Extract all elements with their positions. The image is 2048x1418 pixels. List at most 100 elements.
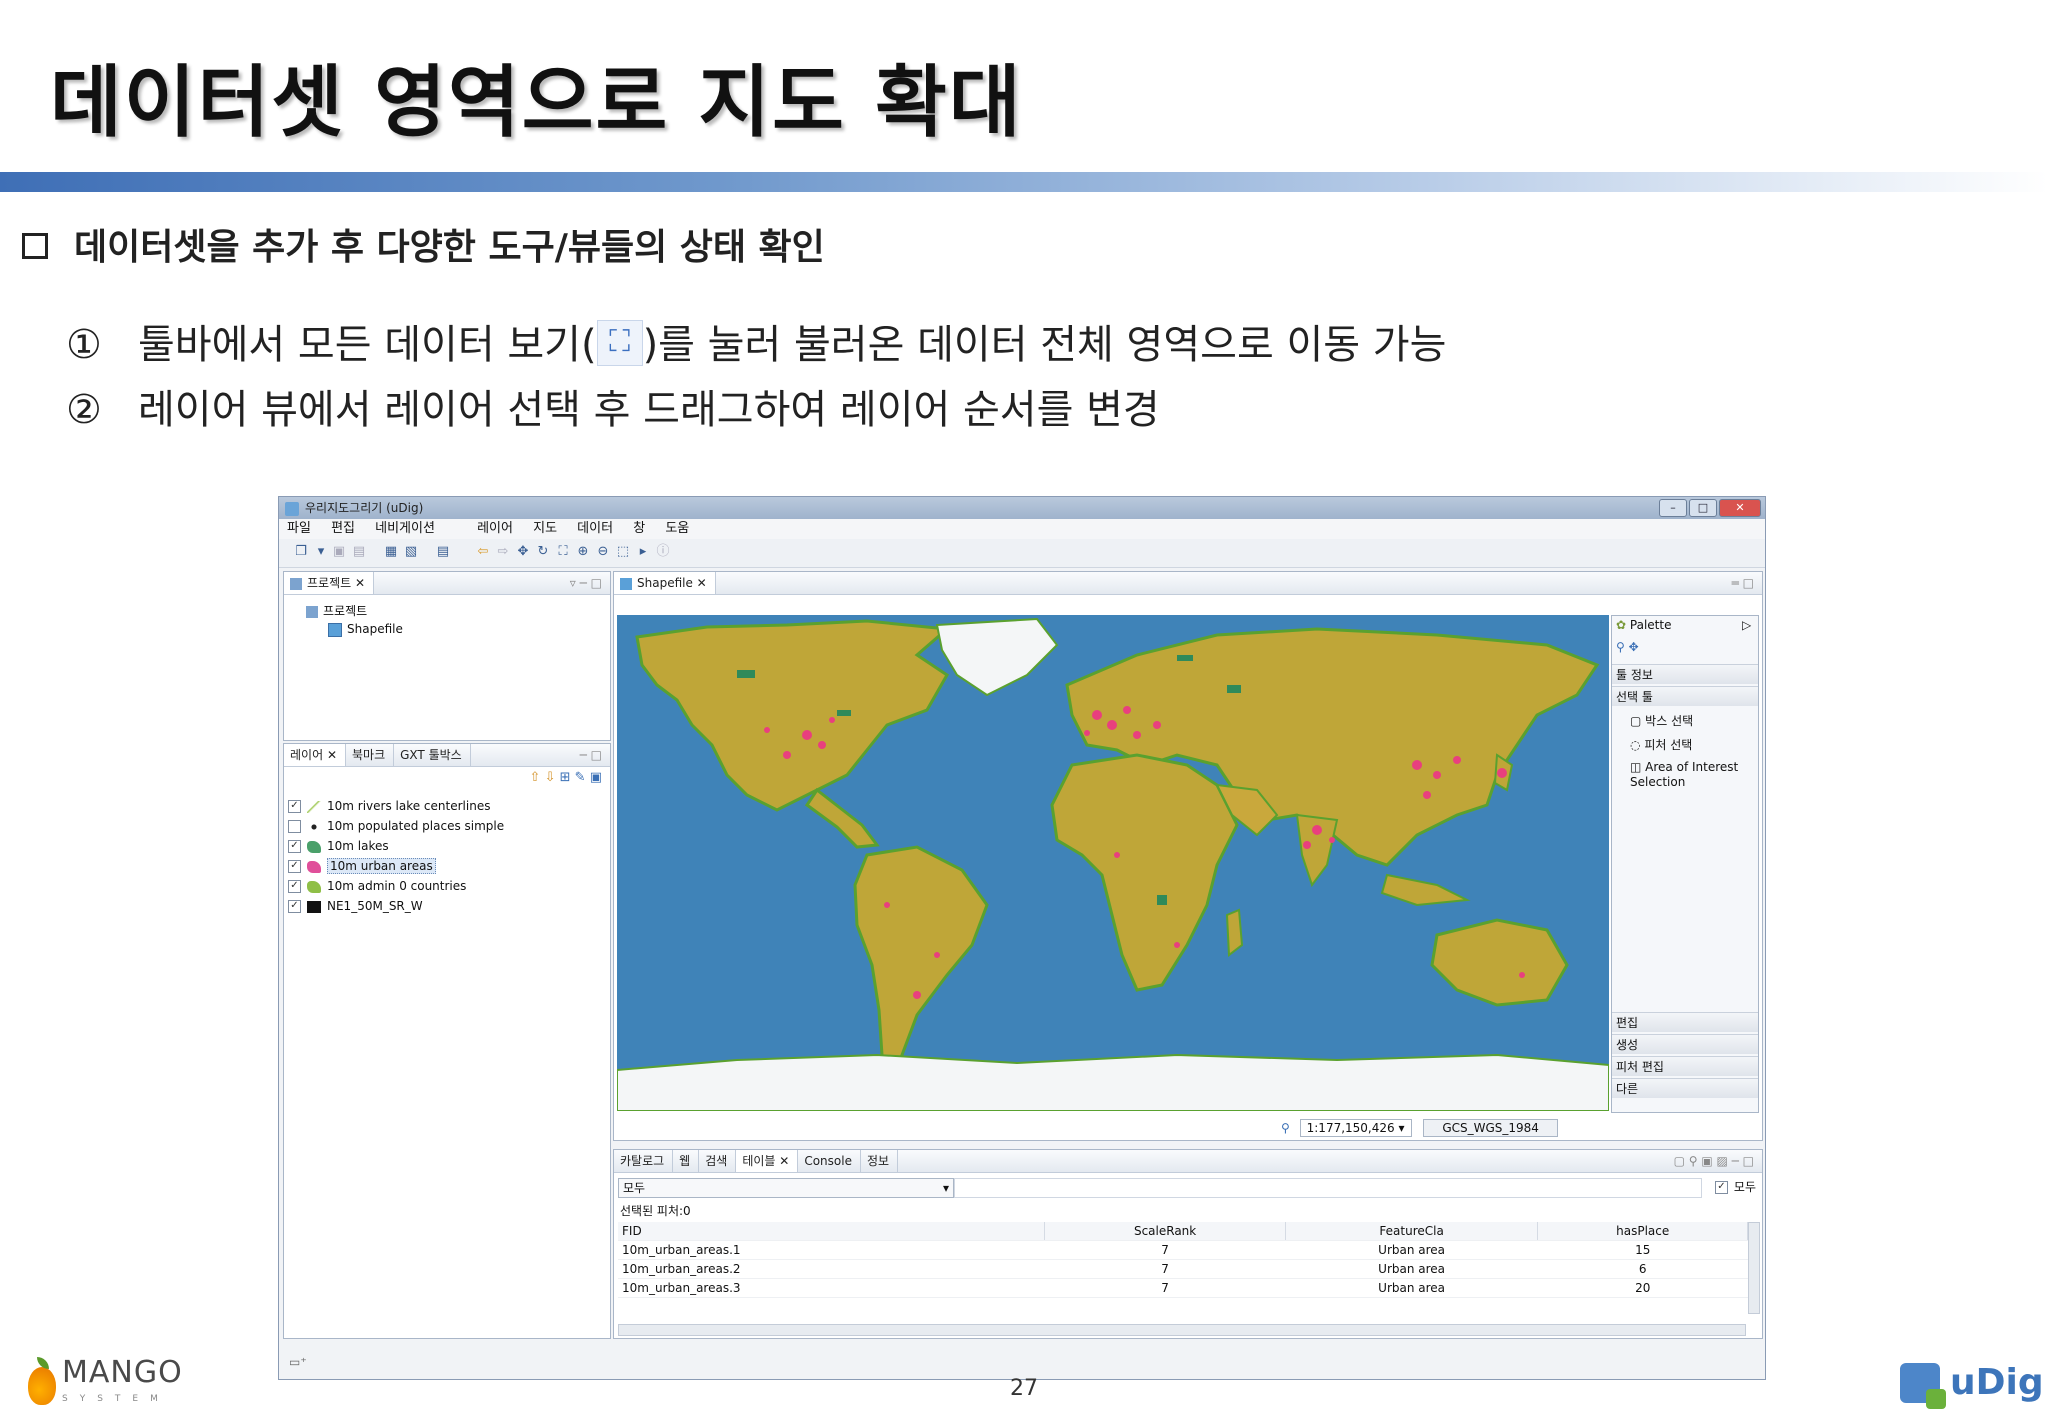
tab-table[interactable]: 테이블 ✕ xyxy=(736,1150,799,1172)
editor-minmax-icon[interactable]: ═ □ xyxy=(1732,572,1754,594)
save-all-icon[interactable]: ▤ xyxy=(351,544,367,560)
column-header[interactable]: ScaleRank xyxy=(1044,1222,1286,1241)
horizontal-scrollbar[interactable] xyxy=(618,1324,1746,1336)
mango-logo-subtext: SYSTEM xyxy=(62,1394,170,1404)
palette-section-select[interactable]: 선택 툴 xyxy=(1612,686,1758,706)
tab-info[interactable]: 정보 xyxy=(861,1150,899,1172)
map-canvas[interactable] xyxy=(617,615,1609,1111)
layer-row[interactable]: ✓ 10m rivers lake centerlines xyxy=(288,796,490,816)
palette-section-other[interactable]: 다른 xyxy=(1612,1078,1758,1098)
move-down-icon[interactable]: ⇩ xyxy=(545,770,556,785)
column-header[interactable]: FeatureCla xyxy=(1285,1222,1539,1241)
move-up-icon[interactable]: ⇧ xyxy=(530,770,541,785)
zoom-out-icon[interactable]: ⊖ xyxy=(595,544,611,560)
map-tab-header: Shapefile ✕ ═ □ xyxy=(614,572,1762,595)
maximize-button[interactable]: □ xyxy=(1689,499,1717,517)
menu-layer[interactable]: 레이어 xyxy=(477,521,513,536)
tool-aoi-select[interactable]: ◫ Area of Interest Selection xyxy=(1630,760,1750,790)
menu-file[interactable]: 파일 xyxy=(287,521,311,536)
polygon-layer-icon xyxy=(307,840,321,853)
tab-shapefile[interactable]: Shapefile ✕ xyxy=(614,572,716,594)
layer-row[interactable]: 10m populated places simple xyxy=(288,816,504,836)
tab-catalog[interactable]: 카탈로그 xyxy=(614,1150,674,1172)
palette-panel: ✿ Palette ▷ ⚲ ✥ 툴 정보 선택 툴 ▢ 박스 선택 ◌ 피처 선택… xyxy=(1611,615,1759,1113)
map-view-icon[interactable]: ▦ xyxy=(383,544,399,560)
minimize-button[interactable]: – xyxy=(1659,499,1687,517)
layer-checkbox[interactable]: ✓ xyxy=(288,900,301,913)
add-layer-icon[interactable]: ⊞ xyxy=(560,770,571,785)
menu-data[interactable]: 데이터 xyxy=(577,521,613,536)
palette-header: ✿ Palette ▷ xyxy=(1616,618,1752,632)
style-icon[interactable]: ✎ xyxy=(575,770,586,785)
scale-combo[interactable]: 1:177,150,426 ▾ xyxy=(1299,1119,1412,1137)
layer-row[interactable]: ✓ 10m urban areas xyxy=(288,856,436,876)
column-header[interactable]: FID xyxy=(618,1222,1046,1241)
pan-tool-icon[interactable]: ✥ xyxy=(1629,640,1639,654)
dropdown-arrow-icon[interactable]: ▾ xyxy=(313,544,329,560)
palette-section-create[interactable]: 생성 xyxy=(1612,1034,1758,1054)
zoom-in-icon[interactable]: ⊕ xyxy=(575,544,591,560)
panel-minmax-icon[interactable]: ─ □ xyxy=(580,744,602,766)
run-icon[interactable]: ▸ xyxy=(635,544,651,560)
tab-layers[interactable]: 레이어 ✕ xyxy=(284,744,346,766)
table-row[interactable]: 10m_urban_areas.1 7 Urban area 15 xyxy=(618,1240,1748,1260)
menu-edit[interactable]: 편집 xyxy=(331,521,355,536)
tab-search[interactable]: 검색 xyxy=(699,1150,737,1172)
slide-title: 데이터셋 영역으로 지도 확대 xyxy=(50,58,1023,148)
layer-checkbox[interactable]: ✓ xyxy=(288,840,301,853)
tree-shapefile[interactable]: Shapefile xyxy=(328,622,403,637)
palette-collapse-icon[interactable]: ▷ xyxy=(1742,618,1751,632)
tab-console[interactable]: Console xyxy=(798,1150,861,1172)
palette-section-info[interactable]: 툴 정보 xyxy=(1612,664,1758,684)
zoom-extent-toolbar-icon[interactable]: ⛶ xyxy=(555,544,571,560)
crs-button[interactable]: GCS_WGS_1984 xyxy=(1423,1119,1558,1137)
panel-menu-icon[interactable]: ▿ ─ □ xyxy=(570,572,602,594)
bottom-panel-icons[interactable]: ▢ ⚲ ▣ ▨ ─ □ xyxy=(1674,1150,1754,1172)
layer-row[interactable]: ✓ NE1_50M_SR_W xyxy=(288,896,423,916)
layer-checkbox[interactable] xyxy=(288,820,301,833)
new-icon[interactable]: ❐ xyxy=(293,544,309,560)
layer-row[interactable]: ✓ 10m lakes xyxy=(288,836,389,856)
table-row[interactable]: 10m_urban_areas.3 7 Urban area 20 xyxy=(618,1278,1748,1298)
tree-project-root[interactable]: 프로젝트 xyxy=(306,602,367,619)
select-icon[interactable]: ⬚ xyxy=(615,544,631,560)
sub-item-number: ② xyxy=(66,387,102,433)
menu-window[interactable]: 창 xyxy=(633,521,645,536)
sub-item-number: ① xyxy=(66,322,102,368)
zoom-tool-icon[interactable]: ⚲ xyxy=(1616,640,1625,654)
save-icon[interactable]: ▣ xyxy=(331,544,347,560)
tab-web[interactable]: 웹 xyxy=(673,1150,700,1172)
layer-checkbox[interactable]: ✓ xyxy=(288,800,301,813)
tool-box-select[interactable]: ▢ 박스 선택 xyxy=(1630,712,1693,729)
window-titlebar: 우리지도그리기 (uDig) – □ ✕ xyxy=(279,497,1765,519)
tab-gxt-toolbox[interactable]: GXT 툴박스 xyxy=(394,744,471,766)
filter-combo[interactable]: 모두 ▾ xyxy=(618,1178,954,1198)
selected-count: 선택된 피처:0 xyxy=(620,1204,691,1218)
pan-icon[interactable]: ✥ xyxy=(515,544,531,560)
filter-input[interactable] xyxy=(954,1178,1702,1198)
layer-view-icon[interactable]: ▧ xyxy=(403,544,419,560)
vertical-scrollbar[interactable] xyxy=(1748,1222,1760,1314)
layer-props-icon[interactable]: ▣ xyxy=(590,770,602,785)
layer-checkbox[interactable]: ✓ xyxy=(288,860,301,873)
back-icon[interactable]: ⇦ xyxy=(475,544,491,560)
layer-row[interactable]: ✓ 10m admin 0 countries xyxy=(288,876,466,896)
info-icon[interactable]: ⓘ xyxy=(655,544,671,560)
refresh-icon[interactable]: ↻ xyxy=(535,544,551,560)
tab-projects[interactable]: 프로젝트 ✕ xyxy=(284,572,375,594)
palette-section-feature-edit[interactable]: 피처 편집 xyxy=(1612,1056,1758,1076)
close-button[interactable]: ✕ xyxy=(1719,499,1761,517)
all-checkbox[interactable]: ✓ 모두 xyxy=(1714,1178,1756,1195)
menu-help[interactable]: 도움 xyxy=(665,521,689,536)
print-icon[interactable]: ▤ xyxy=(435,544,451,560)
tab-bookmarks[interactable]: 북마크 xyxy=(346,744,395,766)
tool-feature-select[interactable]: ◌ 피처 선택 xyxy=(1630,736,1692,753)
layer-checkbox[interactable]: ✓ xyxy=(288,880,301,893)
palette-section-edit[interactable]: 편집 xyxy=(1612,1012,1758,1032)
column-header[interactable]: hasPlace xyxy=(1537,1222,1748,1241)
forward-icon[interactable]: ⇨ xyxy=(495,544,511,560)
table-row[interactable]: 10m_urban_areas.2 7 Urban area 6 xyxy=(618,1259,1748,1279)
menu-navigation[interactable]: 네비게이션 xyxy=(375,521,435,536)
menu-map[interactable]: 지도 xyxy=(533,521,557,536)
status-fastview-icon[interactable]: ▭⁺ xyxy=(289,1355,307,1369)
